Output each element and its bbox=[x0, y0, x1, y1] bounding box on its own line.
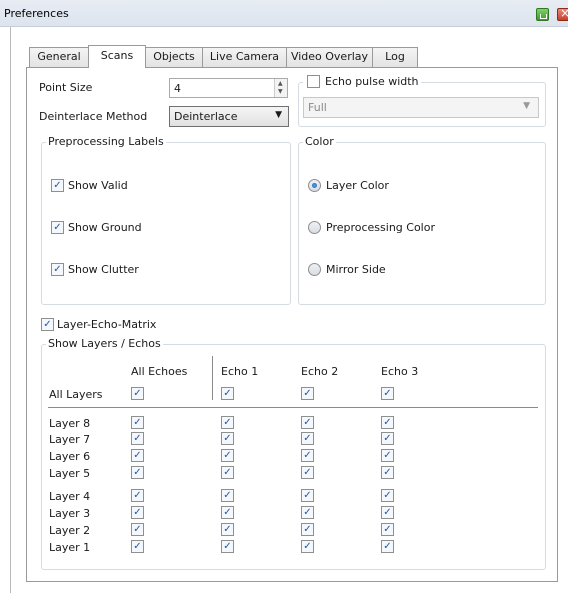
matrix-divider-vertical bbox=[212, 356, 213, 400]
layer-row-label: Layer 3 bbox=[49, 507, 91, 520]
layer-4-echo-1-checkbox[interactable] bbox=[221, 489, 234, 502]
preprocessing-labels-title: Preprocessing Labels bbox=[46, 135, 166, 148]
layer-8-echo-2-checkbox[interactable] bbox=[301, 416, 314, 429]
layer-2-echo-3-checkbox[interactable] bbox=[381, 523, 394, 536]
chevron-down-icon: ▼ bbox=[275, 110, 282, 120]
layer-6-echo-2-checkbox[interactable] bbox=[301, 449, 314, 462]
layer-echo-matrix-label: Layer-Echo-Matrix bbox=[57, 318, 157, 331]
deinterlace-method-label: Deinterlace Method bbox=[39, 110, 148, 123]
show-clutter-checkbox[interactable] bbox=[51, 263, 64, 276]
column-echo-2: Echo 2 bbox=[301, 365, 339, 378]
layer-5-all-echoes-checkbox[interactable] bbox=[131, 466, 144, 479]
show-valid-label: Show Valid bbox=[68, 179, 128, 192]
layer-8-echo-3-checkbox[interactable] bbox=[381, 416, 394, 429]
show-layers-echos-title: Show Layers / Echos bbox=[46, 337, 163, 350]
layer-3-echo-1-checkbox[interactable] bbox=[221, 506, 234, 519]
point-size-label: Point Size bbox=[39, 81, 93, 94]
layer-5-echo-1-checkbox[interactable] bbox=[221, 466, 234, 479]
layer-1-echo-3-checkbox[interactable] bbox=[381, 540, 394, 553]
preferences-window: Preferences General Scans Objects Live C… bbox=[0, 0, 568, 593]
preprocessing-color-label: Preprocessing Color bbox=[326, 221, 435, 234]
layer-8-all-echoes-checkbox[interactable] bbox=[131, 416, 144, 429]
mirror-side-radio[interactable] bbox=[308, 263, 321, 276]
show-clutter-label: Show Clutter bbox=[68, 263, 139, 276]
layer-8-echo-1-checkbox[interactable] bbox=[221, 416, 234, 429]
layer-1-echo-2-checkbox[interactable] bbox=[301, 540, 314, 553]
show-ground-checkbox[interactable] bbox=[51, 221, 64, 234]
deinterlace-method-select[interactable]: Deinterlace ▼ bbox=[169, 106, 289, 127]
echo-pulse-width-select: Full ▼ bbox=[303, 97, 539, 118]
layer-4-all-echoes-checkbox[interactable] bbox=[131, 489, 144, 502]
tab-log[interactable]: Log bbox=[372, 47, 418, 67]
layer-4-echo-3-checkbox[interactable] bbox=[381, 489, 394, 502]
layer-7-echo-2-checkbox[interactable] bbox=[301, 432, 314, 445]
spin-down-icon[interactable]: ▼ bbox=[278, 88, 283, 95]
layer-1-all-echoes-checkbox[interactable] bbox=[131, 540, 144, 553]
all-layers-echo-2-checkbox[interactable] bbox=[301, 387, 314, 400]
spin-up-icon[interactable]: ▲ bbox=[278, 80, 283, 87]
layer-7-echo-1-checkbox[interactable] bbox=[221, 432, 234, 445]
green-window-icon[interactable] bbox=[536, 8, 549, 21]
show-layers-echos-group bbox=[41, 344, 546, 570]
all-layers-all-echoes-checkbox[interactable] bbox=[131, 387, 144, 400]
window-title: Preferences bbox=[4, 7, 69, 20]
layer-3-all-echoes-checkbox[interactable] bbox=[131, 506, 144, 519]
tab-general[interactable]: General bbox=[29, 47, 89, 67]
chevron-down-icon: ▼ bbox=[523, 101, 530, 111]
mirror-side-label: Mirror Side bbox=[326, 263, 386, 276]
all-layers-label: All Layers bbox=[49, 388, 103, 401]
layer-7-echo-3-checkbox[interactable] bbox=[381, 432, 394, 445]
layer-1-echo-1-checkbox[interactable] bbox=[221, 540, 234, 553]
layer-row-label: Layer 8 bbox=[49, 417, 91, 430]
echo-pulse-width-value: Full bbox=[308, 101, 327, 114]
echo-pulse-width-title: Echo pulse width bbox=[303, 75, 421, 88]
layer-color-radio[interactable] bbox=[308, 179, 321, 192]
title-bar: Preferences bbox=[0, 0, 568, 27]
tab-objects[interactable]: Objects bbox=[145, 47, 203, 67]
layer-6-all-echoes-checkbox[interactable] bbox=[131, 449, 144, 462]
column-echo-1: Echo 1 bbox=[221, 365, 259, 378]
layer-row-label: Layer 7 bbox=[49, 433, 91, 446]
column-echo-3: Echo 3 bbox=[381, 365, 419, 378]
layer-row-label: Layer 6 bbox=[49, 450, 91, 463]
layer-color-label: Layer Color bbox=[326, 179, 389, 192]
all-layers-echo-3-checkbox[interactable] bbox=[381, 387, 394, 400]
layer-2-echo-2-checkbox[interactable] bbox=[301, 523, 314, 536]
spin-arrows[interactable]: ▲ ▼ bbox=[274, 79, 287, 97]
layer-5-echo-2-checkbox[interactable] bbox=[301, 466, 314, 479]
column-all-echoes: All Echoes bbox=[131, 365, 188, 378]
tab-scans[interactable]: Scans bbox=[88, 45, 146, 68]
close-icon[interactable] bbox=[557, 6, 568, 21]
point-size-spinbox[interactable]: 4 ▲ ▼ bbox=[169, 78, 288, 98]
point-size-value: 4 bbox=[174, 82, 181, 95]
echo-pulse-width-checkbox[interactable] bbox=[307, 75, 320, 88]
layer-2-all-echoes-checkbox[interactable] bbox=[131, 523, 144, 536]
layer-row-label: Layer 5 bbox=[49, 467, 91, 480]
layer-6-echo-3-checkbox[interactable] bbox=[381, 449, 394, 462]
all-layers-echo-1-checkbox[interactable] bbox=[221, 387, 234, 400]
layer-6-echo-1-checkbox[interactable] bbox=[221, 449, 234, 462]
layer-4-echo-2-checkbox[interactable] bbox=[301, 489, 314, 502]
layer-5-echo-3-checkbox[interactable] bbox=[381, 466, 394, 479]
layer-3-echo-3-checkbox[interactable] bbox=[381, 506, 394, 519]
matrix-divider-horizontal bbox=[48, 407, 538, 408]
layer-7-all-echoes-checkbox[interactable] bbox=[131, 432, 144, 445]
layer-echo-matrix-checkbox[interactable] bbox=[41, 318, 54, 331]
tab-live-camera[interactable]: Live Camera bbox=[202, 47, 287, 67]
show-valid-checkbox[interactable] bbox=[51, 179, 64, 192]
show-ground-label: Show Ground bbox=[68, 221, 142, 234]
preprocessing-color-radio[interactable] bbox=[308, 221, 321, 234]
tab-video-overlay[interactable]: Video Overlay bbox=[286, 47, 373, 67]
layer-row-label: Layer 4 bbox=[49, 490, 91, 503]
color-group-title: Color bbox=[303, 135, 336, 148]
layer-row-label: Layer 2 bbox=[49, 524, 91, 537]
layer-3-echo-2-checkbox[interactable] bbox=[301, 506, 314, 519]
layer-row-label: Layer 1 bbox=[49, 541, 91, 554]
layer-2-echo-1-checkbox[interactable] bbox=[221, 523, 234, 536]
deinterlace-method-value: Deinterlace bbox=[174, 110, 238, 123]
